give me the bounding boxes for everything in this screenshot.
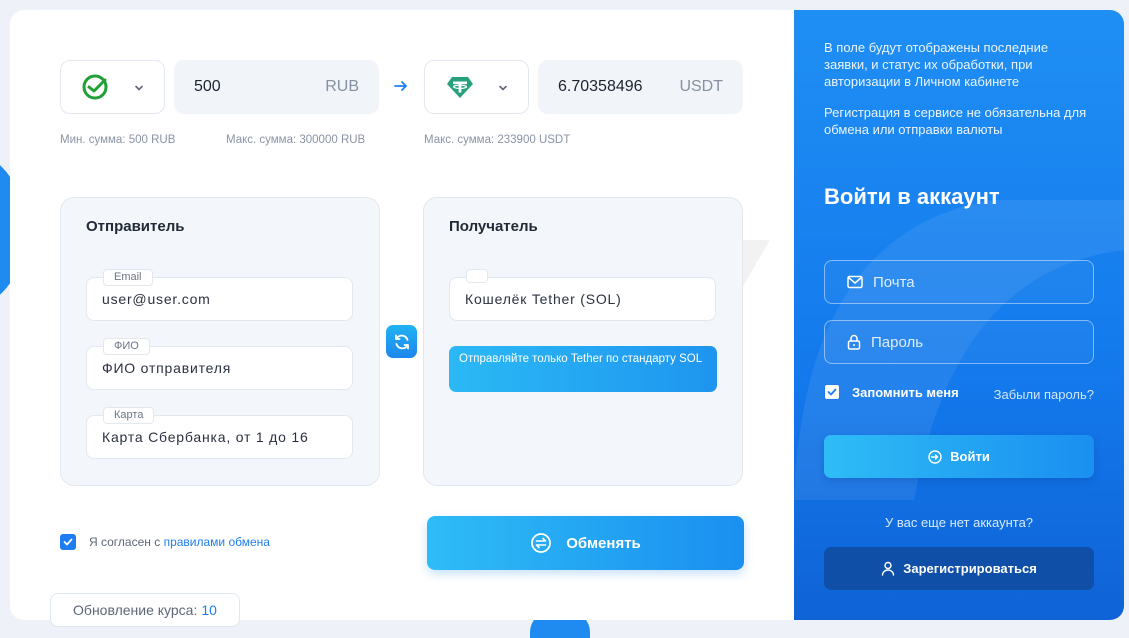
sender-panel: Отправитель Email user@user.com ФИО ФИО … [60,197,380,486]
sender-title: Отправитель [86,218,185,235]
exchange-card: 500 RUB Мин. сумма: 500 RUB Макс. сумма:… [10,10,794,620]
forgot-password-link[interactable]: Забыли пароль? [994,387,1094,402]
remember-me-checkbox[interactable] [824,384,840,400]
rate-update-badge: Обновление курса: 10 [50,593,240,627]
from-max-limit: Макс. сумма: 300000 RUB [226,134,366,146]
card-field-label: Карта [103,407,155,424]
refresh-icon [394,334,409,349]
register-button[interactable]: Зарегистрироваться [824,547,1094,590]
email-field-value: user@user.com [102,291,211,307]
email-field-label: Email [103,269,153,286]
from-amount-value: 500 [194,78,221,95]
to-max-limit: Макс. сумма: 233900 USDT [424,134,571,146]
to-currency-code: USDT [679,78,723,95]
full-name-field[interactable]: ФИО ФИО отправителя [86,338,353,390]
agreement-checkbox[interactable] [60,534,76,550]
from-currency-code: RUB [325,78,359,95]
full-name-field-value: ФИО отправителя [102,360,232,376]
no-account-text: У вас еще нет аккаунта? [884,515,1034,530]
to-amount-value: 6.70358496 [558,78,643,95]
check-icon [63,538,73,546]
user-icon [882,561,895,576]
mail-icon [847,275,863,289]
chevron-down-icon [499,85,507,91]
to-currency-select[interactable] [424,60,529,114]
side-info-registration: Регистрация в сервисе не обязательна для… [824,105,1087,137]
side-info-history: В поле будут отображены последние заявки… [824,40,1049,89]
sber-icon [82,74,108,100]
swap-button[interactable] [386,325,417,358]
register-button-label: Зарегистрироваться [903,561,1037,576]
arrow-right-icon [394,81,407,91]
exchange-icon [531,533,552,553]
chevron-down-icon [135,85,143,91]
tether-icon [447,77,473,98]
from-min-limit: Мин. сумма: 500 RUB [60,134,176,146]
wallet-field[interactable]: Кошелёк Tether (SOL) [449,269,716,321]
login-email-input[interactable]: Почта [824,260,1094,304]
network-notice: Отправляйте только Tether по стандарту S… [449,346,717,392]
rate-update-label: Обновление курса: [73,602,198,618]
login-sidebar: В поле будут отображены последние заявки… [794,10,1124,620]
card-field[interactable]: Карта Карта Сбербанка, от 1 до 16 [86,407,353,459]
login-button[interactable]: Войти [824,435,1094,478]
lock-icon [847,334,861,350]
wallet-field-label [466,269,488,283]
from-currency-select[interactable] [60,60,165,114]
exchange-button[interactable]: Обменять [427,516,744,570]
login-icon [928,449,942,464]
login-title: Войти в аккаунт [824,184,1000,209]
agreement-label: Я согласен с [89,535,164,549]
wallet-field-value: Кошелёк Tether (SOL) [465,291,622,307]
login-email-placeholder: Почта [873,273,915,291]
agreement-text: Я согласен с правилами обмена [89,535,270,549]
exchange-rules-link[interactable]: правилами обмена [164,535,270,549]
receiver-panel: Получатель Кошелёк Tether (SOL) Отправля… [423,197,743,486]
remember-me-row: Запомнить меня [824,384,959,400]
remember-me-label: Запомнить меня [852,384,959,400]
email-field[interactable]: Email user@user.com [86,269,353,321]
card-field-value: Карта Сбербанка, от 1 до 16 [102,429,309,445]
from-amount-input[interactable]: 500 RUB [174,60,379,114]
receiver-title: Получатель [449,218,538,235]
exchange-button-label: Обменять [566,534,641,552]
agreement-row: Я согласен с правилами обмена [60,534,270,550]
check-icon [827,388,837,396]
login-password-placeholder: Пароль [871,333,924,351]
to-amount-input[interactable]: 6.70358496 USDT [538,60,743,114]
rate-update-value: 10 [201,602,217,618]
login-password-input[interactable]: Пароль [824,320,1094,364]
login-button-label: Войти [950,449,990,464]
full-name-field-label: ФИО [103,338,150,355]
